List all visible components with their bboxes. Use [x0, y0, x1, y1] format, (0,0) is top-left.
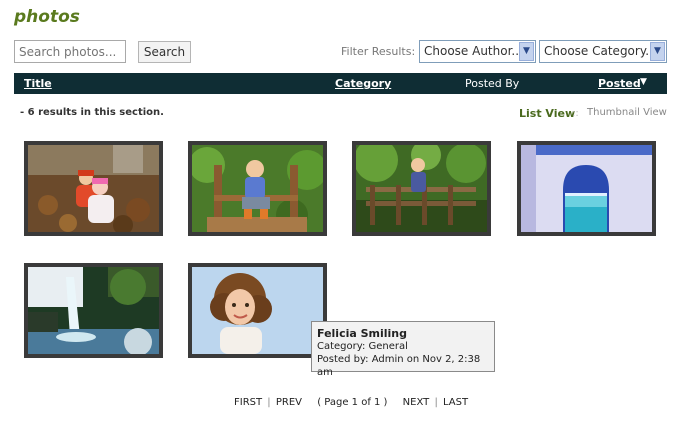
sort-by-category-link[interactable]: Category — [335, 77, 391, 90]
next-page-link[interactable]: NEXT — [403, 397, 430, 408]
photo-thumbnail[interactable] — [188, 263, 327, 358]
photo-thumbnail[interactable] — [24, 141, 163, 236]
author-select-value: Choose Author... — [424, 44, 523, 58]
photo-thumbnail[interactable] — [517, 141, 656, 236]
prev-page-link[interactable]: PREV — [276, 397, 302, 408]
photo-thumbnail[interactable] — [352, 141, 491, 236]
tooltip-title: Felicia Smiling — [317, 327, 408, 340]
pagination-separator: | — [267, 397, 271, 408]
view-separator: :: — [572, 108, 579, 119]
photo-thumbnail[interactable] — [24, 263, 163, 358]
table-header: Title Category Posted By Posted ▼ — [14, 73, 667, 94]
photo-child-on-bridge-image — [356, 145, 487, 232]
posted-by-header: Posted By — [465, 77, 520, 90]
pagination: FIRST | PREV ( Page 1 of 1 ) NEXT | LAST — [234, 397, 468, 408]
photo-thumbnail[interactable] — [188, 141, 327, 236]
category-select-value: Choose Category... — [544, 44, 657, 58]
triangle-down-icon: ▼ — [640, 77, 647, 87]
first-page-link[interactable]: FIRST — [234, 397, 262, 408]
photo-waterfall-image — [28, 267, 159, 354]
pagination-separator: | — [434, 397, 438, 408]
chevron-down-icon[interactable]: ▼ — [519, 42, 534, 61]
sort-by-title-link[interactable]: Title — [24, 77, 52, 90]
results-summary: - 6 results in this section. — [20, 107, 164, 118]
photo-child-on-bench-image — [192, 145, 323, 232]
sort-by-posted-link[interactable]: Posted — [598, 77, 641, 90]
page-title: photos — [14, 7, 80, 27]
list-view-link[interactable]: List View — [519, 107, 575, 120]
photo-child-on-leaves-image — [28, 145, 159, 232]
photo-tooltip: Felicia Smiling Category: General Posted… — [311, 321, 495, 378]
search-input[interactable] — [14, 40, 126, 63]
filter-label: Filter Results: — [341, 45, 416, 58]
author-select[interactable]: Choose Author... ▼ — [419, 40, 536, 63]
search-button[interactable]: Search — [138, 41, 191, 63]
thumbnail-view-link[interactable]: Thumbnail View — [587, 107, 667, 118]
tooltip-posted: Posted by: Admin on Nov 2, 2:38 am — [317, 354, 481, 378]
page-info: ( Page 1 of 1 ) — [317, 397, 388, 408]
tooltip-category: Category: General — [317, 341, 408, 352]
category-select[interactable]: Choose Category... ▼ — [539, 40, 667, 63]
photo-curly-haired-girl-image — [192, 267, 323, 354]
chevron-down-icon[interactable]: ▼ — [650, 42, 665, 61]
last-page-link[interactable]: LAST — [443, 397, 468, 408]
photo-arch-over-sea-image — [521, 145, 652, 232]
